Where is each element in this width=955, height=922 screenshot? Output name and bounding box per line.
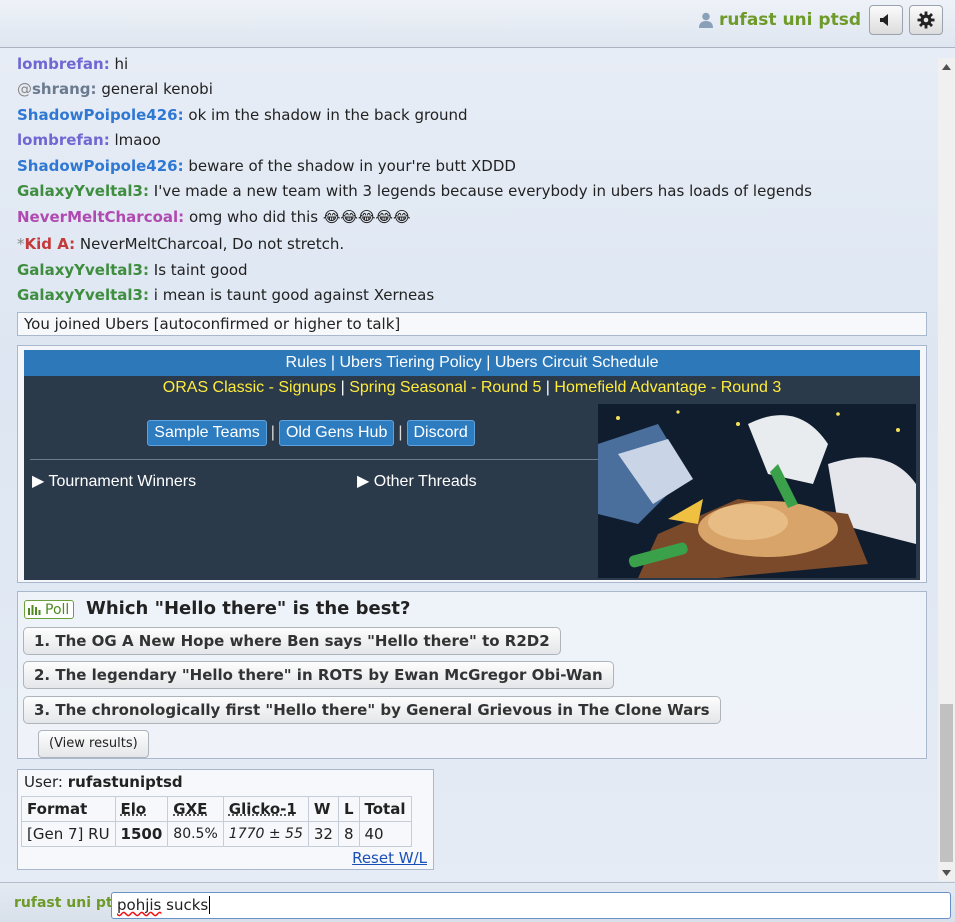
chat-username[interactable]: ShadowPoipole426 bbox=[17, 157, 178, 175]
chat-text: general kenobi bbox=[101, 80, 213, 98]
poll-box: Poll Which "Hello there" is the best? 1.… bbox=[17, 591, 927, 759]
chat-log[interactable]: lombrefan: hi @shrang: general kenobi Sh… bbox=[0, 49, 938, 881]
link-circuit-schedule[interactable]: Ubers Circuit Schedule bbox=[495, 354, 659, 371]
scrollbar-thumb[interactable] bbox=[940, 704, 953, 862]
infobox-panel: Rules | Ubers Tiering Policy | Ubers Cir… bbox=[24, 350, 920, 580]
col-format: Format bbox=[21, 796, 116, 822]
scroll-down-arrow-icon[interactable] bbox=[938, 864, 955, 881]
compose-bar: rufast uni pt pohjis sucks bbox=[0, 882, 955, 922]
scroll-up-arrow-icon[interactable] bbox=[938, 58, 955, 75]
compose-username: rufast uni pt bbox=[14, 895, 113, 911]
col-gxe: GXE bbox=[167, 796, 224, 822]
gear-icon bbox=[917, 11, 935, 29]
reset-wl-link[interactable]: Reset W/L bbox=[352, 849, 427, 867]
infobox-buttons: Sample Teams | Old Gens Hub | Discord bbox=[24, 420, 598, 446]
chat-username[interactable]: lombrefan bbox=[17, 131, 104, 149]
misspelled-word: pohjis bbox=[117, 896, 162, 914]
col-losses: L bbox=[337, 796, 360, 822]
infobox-divider bbox=[30, 459, 598, 460]
sound-button[interactable] bbox=[869, 5, 903, 35]
chat-message: GalaxyYveltal3: i mean is taunt good aga… bbox=[17, 286, 435, 304]
chat-text: I've made a new team with 3 legends beca… bbox=[153, 182, 812, 200]
discord-button[interactable]: Discord bbox=[406, 420, 475, 446]
rank-table: Format Elo GXE Glicko-1 W L Total [Gen 7… bbox=[21, 796, 412, 847]
chat-text: NeverMeltCharcoal, Do not stretch. bbox=[79, 235, 345, 253]
chat-message: *Kid A: NeverMeltCharcoal, Do not stretc… bbox=[17, 235, 345, 253]
poll-option-2[interactable]: 2. The legendary "Hello there" in ROTS b… bbox=[23, 661, 614, 689]
chat-input[interactable]: pohjis sucks bbox=[111, 892, 951, 919]
chat-message: ShadowPoipole426: ok im the shadow in th… bbox=[17, 106, 468, 124]
view-results-button[interactable]: (View results) bbox=[38, 730, 149, 758]
header-username[interactable]: rufast uni ptsd bbox=[719, 10, 861, 30]
chat-username[interactable]: GalaxyYveltal3 bbox=[17, 261, 143, 279]
chat-username[interactable]: Kid A bbox=[25, 235, 70, 253]
ubers-banner-image bbox=[598, 404, 916, 578]
chat-message: NeverMeltCharcoal: omg who did this 😂😂😂😂… bbox=[17, 208, 411, 226]
chat-text: omg who did this 😂😂😂😂😂 bbox=[188, 208, 411, 226]
col-wins: W bbox=[307, 796, 339, 822]
details-tournament-winners[interactable]: ▶ Tournament Winners bbox=[32, 471, 196, 491]
chat-message: GalaxyYveltal3: I've made a new team wit… bbox=[17, 182, 812, 200]
chat-username[interactable]: GalaxyYveltal3 bbox=[17, 182, 143, 200]
table-header-row: Format Elo GXE Glicko-1 W L Total bbox=[21, 796, 412, 822]
col-total: Total bbox=[358, 796, 412, 822]
chat-message: @shrang: general kenobi bbox=[17, 80, 213, 98]
chat-text: beware of the shadow in your're butt XDD… bbox=[188, 157, 516, 175]
chat-message: lombrefan: hi bbox=[17, 55, 129, 73]
poll-option-3[interactable]: 3. The chronologically first "Hello ther… bbox=[23, 696, 721, 724]
poll-tag: Poll bbox=[24, 600, 75, 619]
col-glicko: Glicko-1 bbox=[222, 796, 309, 822]
link-rules[interactable]: Rules bbox=[286, 354, 327, 371]
chat-username[interactable]: GalaxyYveltal3 bbox=[17, 286, 143, 304]
chat-message: GalaxyYveltal3: Is taint good bbox=[17, 261, 248, 279]
details-other-threads[interactable]: ▶ Other Threads bbox=[357, 471, 477, 491]
chat-username[interactable]: NeverMeltCharcoal bbox=[17, 208, 178, 226]
link-homefield-advantage[interactable]: Homefield Advantage - Round 3 bbox=[554, 379, 781, 396]
chat-username[interactable]: lombrefan bbox=[17, 55, 104, 73]
poll-option-1[interactable]: 1. The OG A New Hope where Ben says "Hel… bbox=[23, 627, 561, 655]
infobox-tour-links: ORAS Classic - Signups | Spring Seasonal… bbox=[162, 379, 782, 396]
chat-username[interactable]: ShadowPoipole426 bbox=[17, 106, 178, 124]
rank-user: User: rufastuniptsd bbox=[24, 773, 183, 791]
poll-question: Which "Hello there" is the best? bbox=[86, 598, 411, 619]
join-notice: You joined Ubers [autoconfirmed or highe… bbox=[17, 312, 927, 336]
chat-text: i mean is taunt good against Xerneas bbox=[153, 286, 435, 304]
chat-scrollbar[interactable] bbox=[938, 58, 955, 881]
chat-message: ShadowPoipole426: beware of the shadow i… bbox=[17, 157, 516, 175]
user-area[interactable]: rufast uni ptsd bbox=[698, 10, 861, 30]
bar-chart-icon bbox=[28, 605, 41, 615]
chat-text: hi bbox=[114, 55, 129, 73]
link-spring-seasonal[interactable]: Spring Seasonal - Round 5 bbox=[349, 379, 541, 396]
table-row: [Gen 7] RU 1500 80.5% 1770 ± 55 32 8 40 bbox=[21, 821, 412, 847]
col-elo: Elo bbox=[114, 796, 169, 822]
link-tiering-policy[interactable]: Ubers Tiering Policy bbox=[340, 354, 482, 371]
top-header: rufast uni ptsd bbox=[0, 0, 955, 48]
triangle-right-icon: ▶ bbox=[32, 473, 45, 490]
infobox-top-links: Rules | Ubers Tiering Policy | Ubers Cir… bbox=[24, 350, 920, 376]
speaker-icon bbox=[880, 14, 888, 26]
chat-text: lmaoo bbox=[114, 131, 161, 149]
chat-text: ok im the shadow in the back ground bbox=[188, 106, 468, 124]
text-cursor bbox=[209, 896, 211, 914]
triangle-right-icon: ▶ bbox=[357, 473, 370, 490]
chat-message: lombrefan: lmaoo bbox=[17, 131, 161, 149]
old-gens-hub-button[interactable]: Old Gens Hub bbox=[278, 420, 395, 446]
settings-button[interactable] bbox=[909, 5, 943, 35]
link-oras-classic[interactable]: ORAS Classic - Signups bbox=[163, 379, 336, 396]
chat-username[interactable]: shrang bbox=[32, 80, 91, 98]
room-infobox: Rules | Ubers Tiering Policy | Ubers Cir… bbox=[17, 345, 927, 583]
user-icon bbox=[698, 12, 713, 28]
sample-teams-button[interactable]: Sample Teams bbox=[147, 420, 267, 446]
chat-text: Is taint good bbox=[153, 261, 248, 279]
ladder-rank-box: User: rufastuniptsd Format Elo GXE Glick… bbox=[17, 769, 434, 870]
